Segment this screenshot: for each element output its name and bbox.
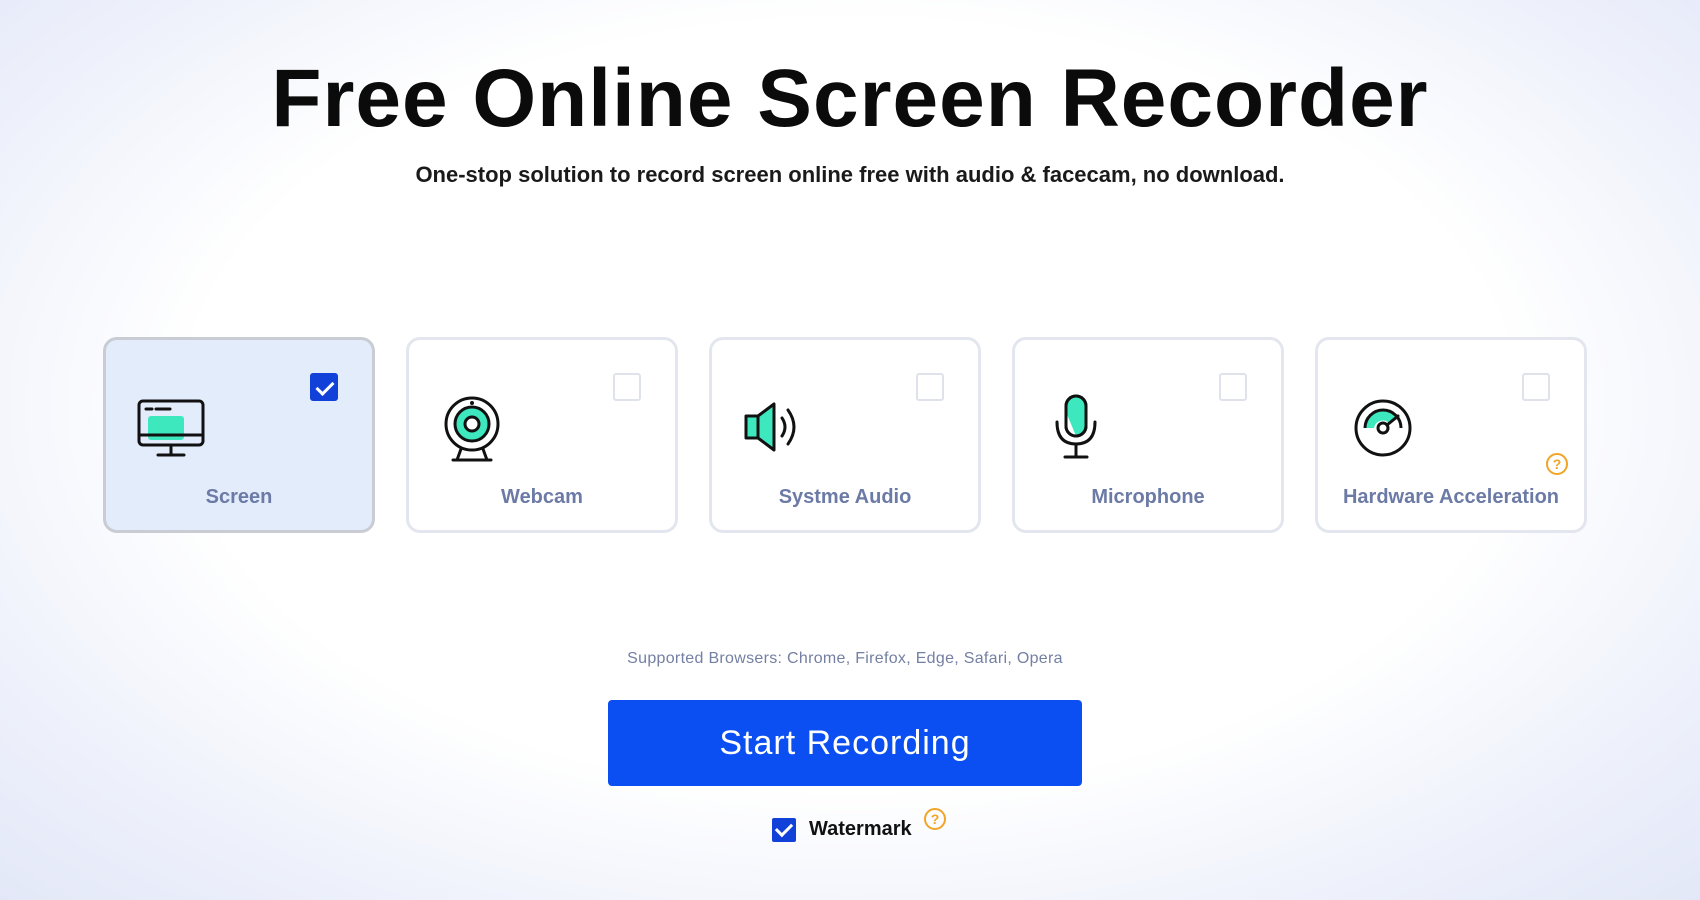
start-recording-button[interactable]: Start Recording <box>608 700 1082 786</box>
recording-options: Screen Webcam Systme Audio Microphone ? … <box>103 337 1589 535</box>
option-webcam-label: Webcam <box>501 486 583 508</box>
option-hardware-acceleration-card[interactable]: ? Hardware Acceleration <box>1315 337 1587 533</box>
option-screen-label: Screen <box>205 486 273 508</box>
recorder-page: Free Online Screen Recorder One-stop sol… <box>0 0 1700 900</box>
microphone-icon <box>1045 392 1115 464</box>
speedometer-icon <box>1348 392 1418 464</box>
option-microphone-card[interactable]: Microphone <box>1012 337 1284 533</box>
watermark-help-icon[interactable]: ? <box>924 808 946 830</box>
option-screen-card[interactable]: Screen <box>103 337 375 533</box>
option-webcam-card[interactable]: Webcam <box>406 337 678 533</box>
page-subtitle: One-stop solution to record screen onlin… <box>415 162 1285 187</box>
supported-browsers-text: Supported Browsers: Chrome, Firefox, Edg… <box>627 650 1063 667</box>
hardware-acceleration-help-icon[interactable]: ? <box>1546 453 1568 475</box>
monitor-icon <box>136 392 206 464</box>
option-hardware-acceleration-label: Hardware Acceleration <box>1342 486 1559 508</box>
option-screen-checkbox[interactable] <box>310 373 338 401</box>
page-title: Free Online Screen Recorder <box>271 53 1429 144</box>
option-system-audio-label: Systme Audio <box>778 486 912 508</box>
speaker-icon <box>742 392 812 464</box>
option-microphone-label: Microphone <box>1091 486 1205 508</box>
option-microphone-checkbox[interactable] <box>1219 373 1247 401</box>
watermark-checkbox[interactable] <box>772 818 796 842</box>
webcam-icon <box>439 392 509 464</box>
option-hardware-acceleration-checkbox[interactable] <box>1522 373 1550 401</box>
option-system-audio-checkbox[interactable] <box>916 373 944 401</box>
watermark-label: Watermark <box>809 818 912 840</box>
option-webcam-checkbox[interactable] <box>613 373 641 401</box>
option-system-audio-card[interactable]: Systme Audio <box>709 337 981 533</box>
